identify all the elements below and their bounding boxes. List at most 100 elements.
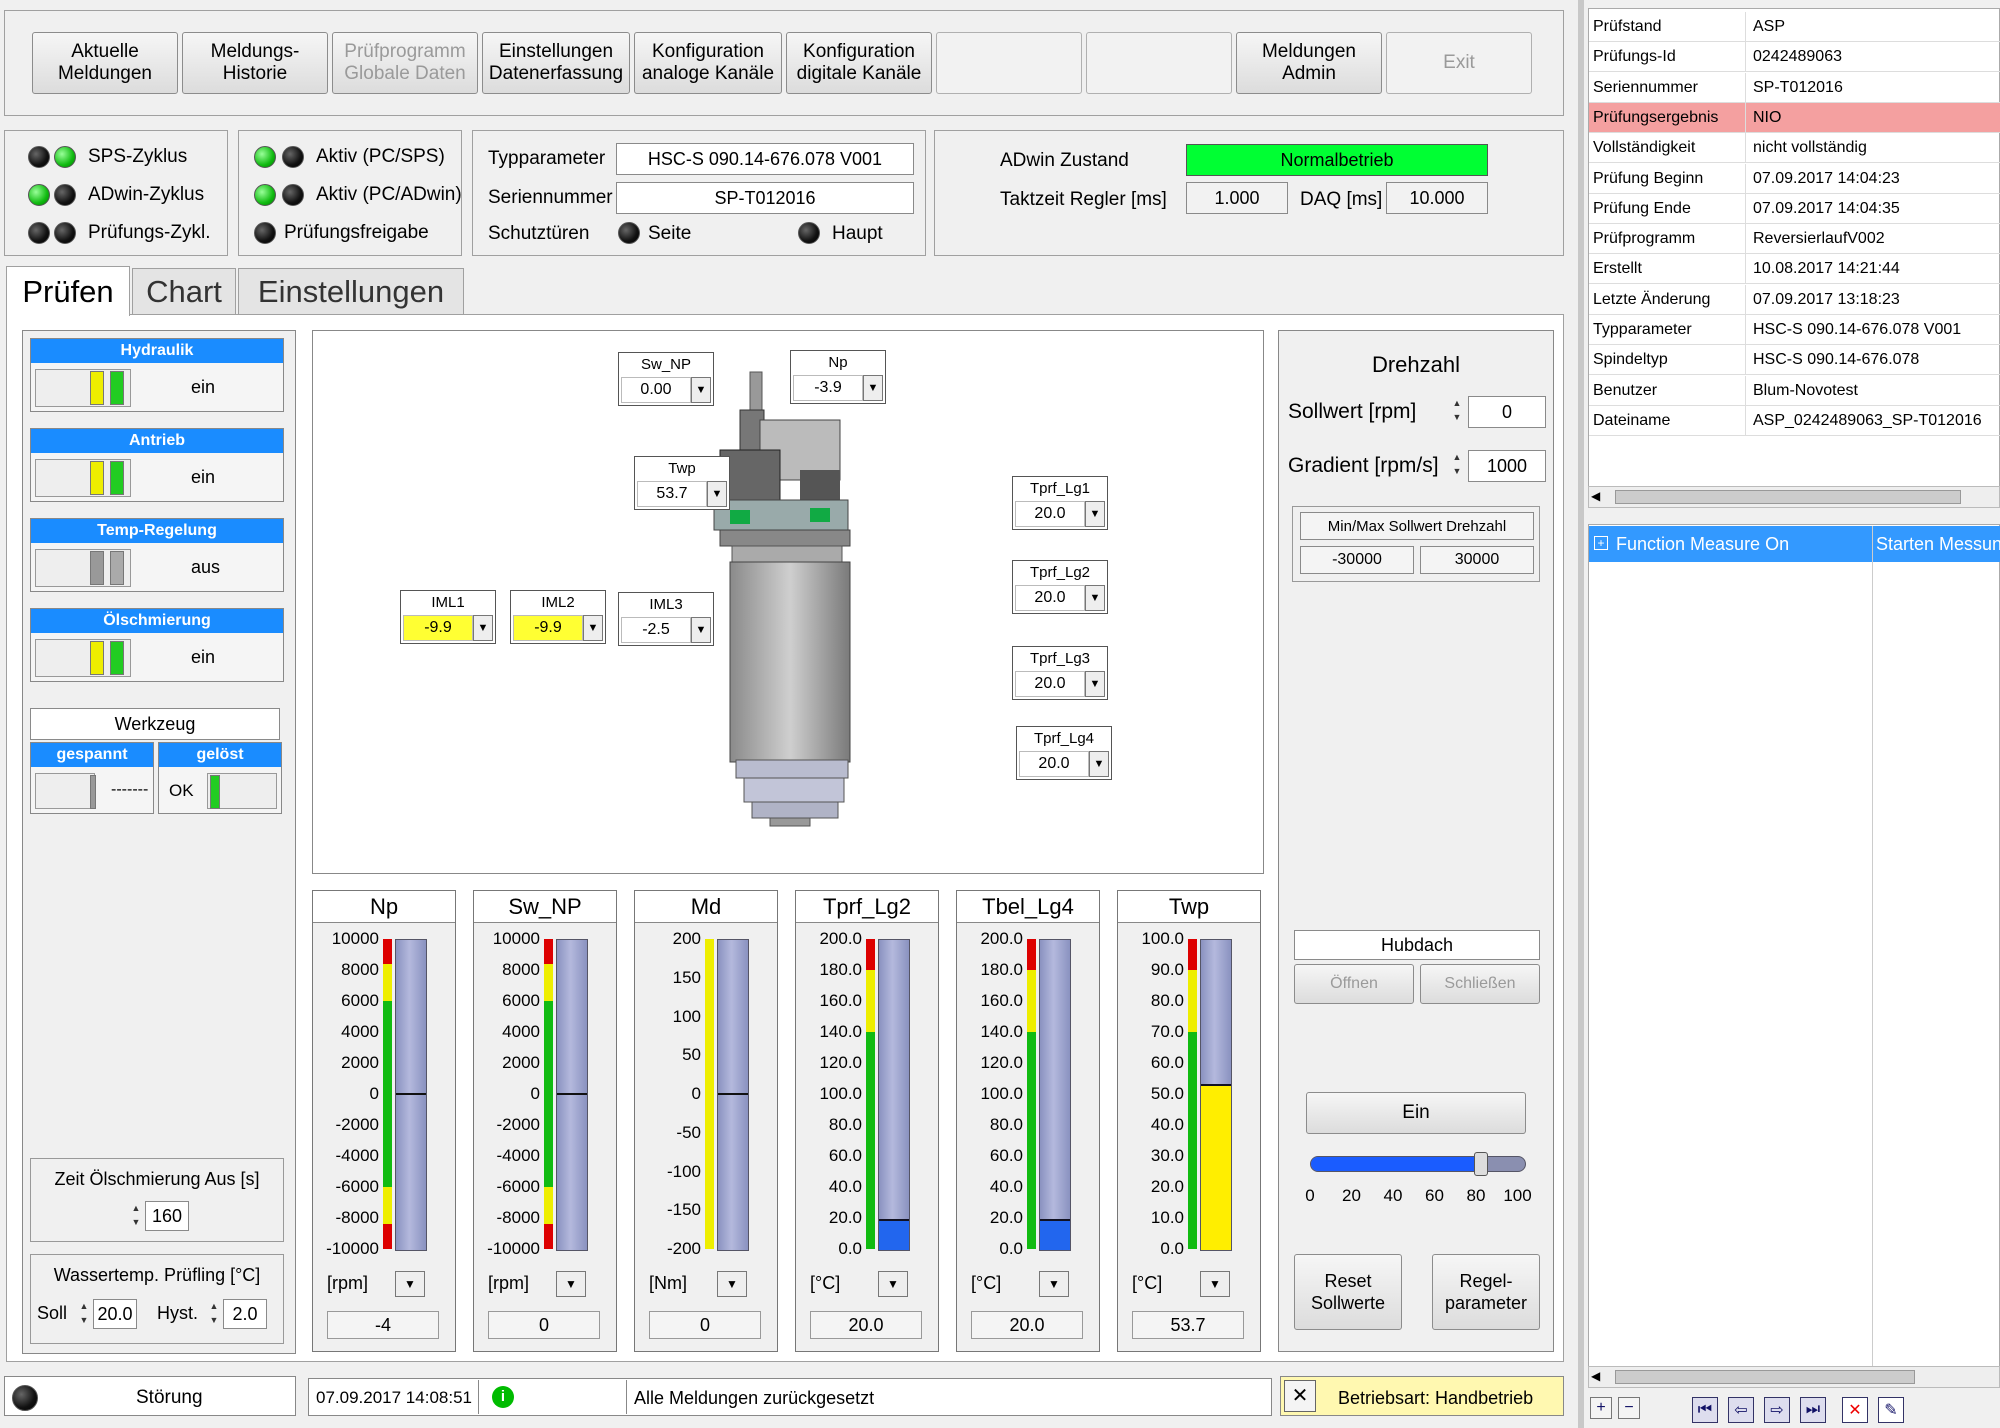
gauge-tick-label: 120.0: [819, 1053, 862, 1072]
hydraulik-toggle[interactable]: [35, 369, 131, 407]
oel-zeit-spinner[interactable]: ▲ ▼: [129, 1201, 143, 1231]
typparameter-field: HSC-S 090.14-676.078 V001: [616, 143, 914, 175]
chevron-down-icon[interactable]: ▼: [395, 1271, 425, 1297]
chevron-down-icon[interactable]: ▼: [1085, 671, 1105, 697]
aktuelle-meldungen-button[interactable]: Aktuelle Meldungen: [32, 32, 178, 94]
properties-scrollbar[interactable]: ◀: [1588, 486, 2000, 508]
add-icon[interactable]: +: [1590, 1397, 1612, 1419]
property-row[interactable]: Typparameter HSC-S 090.14-676.078 V001: [1589, 315, 2000, 345]
property-row[interactable]: Letzte Änderung 07.09.2017 13:18:23: [1589, 284, 2000, 315]
hyst-label: Hyst.: [157, 1303, 199, 1323]
speed-slider[interactable]: [1306, 1150, 1528, 1180]
property-row[interactable]: Prüfung Ende 07.09.2017 14:04:35: [1589, 193, 2000, 224]
schliessen-button[interactable]: Schließen: [1420, 964, 1540, 1004]
reset-sollwerte-button[interactable]: Reset Sollwerte: [1294, 1254, 1402, 1330]
property-value: SP-T012016: [1753, 78, 1843, 96]
slider-thumb[interactable]: [1474, 1152, 1489, 1176]
property-row[interactable]: Benutzer Blum-Novotest: [1589, 375, 2000, 406]
property-row[interactable]: Prüfung Beginn 07.09.2017 14:04:23: [1589, 163, 2000, 194]
scroll-thumb[interactable]: [1615, 490, 1961, 504]
function-scrollbar[interactable]: ◀: [1588, 1366, 2000, 1388]
property-row[interactable]: Spindeltyp HSC-S 090.14-676.078: [1589, 345, 2000, 376]
oeffnen-button[interactable]: Öffnen: [1294, 964, 1414, 1004]
scroll-thumb[interactable]: [1615, 1370, 1915, 1384]
chevron-down-icon[interactable]: ▼: [1085, 501, 1105, 527]
function-col2[interactable]: Starten Messung: [1876, 534, 2000, 555]
first-icon[interactable]: ⏮: [1692, 1397, 1718, 1423]
temp-regelung-switch[interactable]: Temp-Regelung aus: [30, 518, 284, 592]
gauge-fill: [879, 1219, 909, 1250]
gauge-tick-label: -6000: [496, 1177, 540, 1196]
pruefprogramm-button[interactable]: Prüfprogramm Globale Daten: [332, 32, 478, 94]
chevron-down-icon[interactable]: ▼: [717, 1271, 747, 1297]
gradient-spinner[interactable]: ▲ ▼: [1450, 450, 1464, 482]
gauge-scale: [383, 939, 392, 1249]
slider-fill: [1311, 1157, 1483, 1171]
edit-icon[interactable]: ✎: [1878, 1397, 1904, 1423]
soll-input[interactable]: 20.0: [93, 1299, 137, 1329]
chevron-down-icon[interactable]: ▼: [691, 377, 711, 403]
exit-button[interactable]: Exit: [1386, 32, 1532, 94]
daq-label: DAQ [ms]: [1300, 189, 1383, 210]
remove-icon[interactable]: −: [1618, 1397, 1640, 1419]
property-row[interactable]: Vollständigkeit nicht vollständig: [1589, 133, 2000, 164]
oelschmierung-toggle[interactable]: [35, 639, 131, 677]
chevron-down-icon[interactable]: ▼: [1085, 585, 1105, 611]
werkzeug-gespannt[interactable]: gespannt -------: [30, 742, 154, 814]
tab-pruefen[interactable]: Prüfen: [6, 266, 130, 316]
chevron-down-icon[interactable]: ▼: [1200, 1271, 1230, 1297]
chevron-down-icon[interactable]: ▼: [556, 1271, 586, 1297]
property-row[interactable]: Prüfungsergebnis NIO: [1589, 102, 2000, 133]
property-row[interactable]: Erstellt 10.08.2017 14:21:44: [1589, 254, 2000, 285]
tab-einstellungen[interactable]: Einstellungen: [238, 268, 464, 314]
werkzeug-geloest[interactable]: gelöst OK: [158, 742, 282, 814]
meldungen-admin-button[interactable]: Meldungen Admin: [1236, 32, 1382, 94]
antrieb-toggle[interactable]: [35, 459, 131, 497]
gauge-fill: [1040, 1219, 1070, 1250]
einstellungen-datenerfassung-button[interactable]: Einstellungen Datenerfassung: [482, 32, 630, 94]
chevron-down-icon[interactable]: ▼: [1089, 751, 1109, 777]
scroll-left-icon[interactable]: ◀: [1591, 489, 1600, 503]
property-row[interactable]: Seriennummer SP-T012016: [1589, 72, 2000, 103]
sollwert-spinner[interactable]: ▲ ▼: [1450, 396, 1464, 428]
chevron-down-icon[interactable]: ▼: [473, 615, 493, 641]
next-icon[interactable]: ⇨: [1764, 1397, 1790, 1423]
konfiguration-digital-button[interactable]: Konfiguration digitale Kanäle: [786, 32, 932, 94]
chevron-down-icon[interactable]: ▼: [691, 617, 711, 643]
hyst-spinner[interactable]: ▲ ▼: [207, 1299, 221, 1329]
tab-chart[interactable]: Chart: [132, 268, 236, 314]
property-row[interactable]: Dateiname ASP_0242489063_SP-T012016: [1589, 405, 2000, 436]
gradient-input[interactable]: 1000: [1468, 450, 1546, 482]
delete-icon[interactable]: ✕: [1842, 1397, 1868, 1423]
chevron-down-icon[interactable]: ▼: [878, 1271, 908, 1297]
gauge-scale: [1027, 939, 1036, 1249]
ein-button[interactable]: Ein: [1306, 1092, 1526, 1134]
soll-spinner[interactable]: ▲ ▼: [77, 1299, 91, 1329]
temp-regelung-toggle[interactable]: [35, 549, 131, 587]
sollwert-input[interactable]: 0: [1468, 396, 1546, 428]
property-row[interactable]: Prüfprogramm ReversierlaufV002: [1589, 224, 2000, 255]
prev-icon[interactable]: ⇦: [1728, 1397, 1754, 1423]
chevron-down-icon[interactable]: ▼: [583, 615, 603, 641]
oel-zeit-input[interactable]: 160: [145, 1201, 189, 1231]
chevron-down-icon[interactable]: ▼: [707, 481, 727, 507]
property-row[interactable]: Prüfungs-Id 0242489063: [1589, 42, 2000, 73]
oelschmierung-switch[interactable]: Ölschmierung ein: [30, 608, 284, 682]
chevron-down-icon[interactable]: ▼: [1039, 1271, 1069, 1297]
gauge-marker: [396, 1093, 426, 1095]
hyst-input[interactable]: 2.0: [223, 1299, 267, 1329]
antrieb-switch[interactable]: Antrieb ein: [30, 428, 284, 502]
hydraulik-switch[interactable]: Hydraulik ein: [30, 338, 284, 412]
property-row[interactable]: Prüfstand ASP: [1589, 12, 2000, 42]
gauge-scale: [866, 939, 875, 1249]
meldungs-historie-button[interactable]: Meldungs- Historie: [182, 32, 328, 94]
expand-icon[interactable]: +: [1594, 536, 1608, 550]
last-icon[interactable]: ⏭: [1800, 1397, 1826, 1423]
scroll-left-icon[interactable]: ◀: [1591, 1369, 1600, 1383]
function-col1[interactable]: Function Measure On: [1616, 534, 1789, 555]
konfiguration-analog-button[interactable]: Konfiguration analoge Kanäle: [634, 32, 782, 94]
haupt-led: [798, 222, 820, 244]
min-value: -30000: [1300, 546, 1414, 574]
regelparameter-button[interactable]: Regel- parameter: [1432, 1254, 1540, 1330]
chevron-down-icon[interactable]: ▼: [863, 375, 883, 401]
